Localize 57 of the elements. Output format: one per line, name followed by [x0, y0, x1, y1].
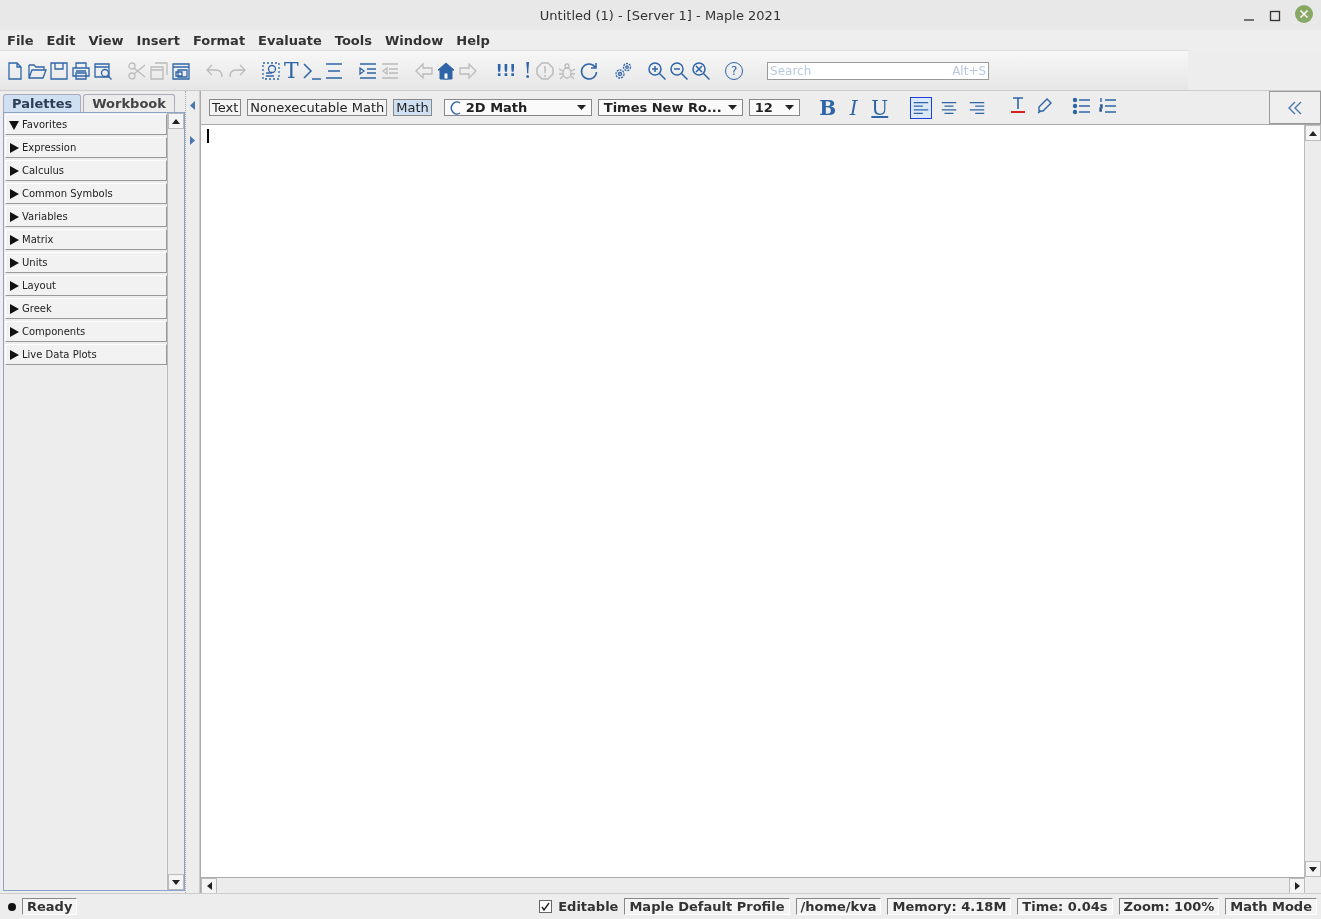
menu-item[interactable]: Insert	[136, 32, 193, 48]
execute-all-button[interactable]: !!!	[491, 60, 521, 81]
palette-label: Layout	[22, 280, 56, 291]
checkbox-label: Editable	[558, 899, 619, 914]
palette-header[interactable]: Expression	[5, 137, 167, 158]
menu-item[interactable]: View	[88, 32, 137, 48]
palette-label: Components	[22, 326, 86, 337]
panel-tab[interactable]: Workbook	[83, 94, 175, 112]
dropdown-value: 12	[754, 100, 773, 115]
status-field: Maple Default Profile	[624, 898, 790, 915]
status-field: /home/kva	[795, 898, 882, 915]
palette-label: Calculus	[22, 165, 65, 176]
palette-label: Live Data Plots	[22, 349, 97, 360]
palette-header[interactable]: Variables	[5, 206, 167, 227]
palette-label: Units	[22, 257, 48, 268]
palette-label: Variables	[22, 211, 68, 222]
italic-button[interactable]: I	[843, 95, 864, 120]
palette-header[interactable]: Layout	[5, 275, 167, 296]
status-text: Ready	[22, 898, 78, 915]
window-title: Untitled (1) - [Server 1] - Maple 2021	[539, 7, 782, 23]
menu-item[interactable]: Format	[192, 32, 259, 48]
panel-tab[interactable]: Palettes	[3, 94, 82, 112]
input-mode-button[interactable]: Math	[393, 99, 432, 116]
style-dropdown[interactable]: 2D Math	[443, 99, 592, 116]
palette-header[interactable]: Common Symbols	[5, 183, 167, 204]
palette-label: Greek	[22, 303, 52, 314]
palette-header[interactable]: Components	[5, 321, 167, 342]
font-dropdown[interactable]: Times New Ro...	[597, 99, 743, 116]
palette-header[interactable]: Favorites	[5, 114, 167, 135]
palette-header[interactable]: Live Data Plots	[5, 344, 167, 365]
menu-item[interactable]: Edit	[46, 32, 89, 48]
palette-header[interactable]: Greek	[5, 298, 167, 319]
palette-label: Favorites	[22, 119, 68, 130]
palette-label: Matrix	[22, 234, 54, 245]
menu-item[interactable]: File	[7, 32, 47, 48]
font-size-dropdown[interactable]: 12	[748, 99, 800, 116]
dropdown-value: 2D Math	[465, 100, 529, 115]
palette-header[interactable]: Matrix	[5, 229, 167, 250]
status-field: Time: 0.04s	[1017, 898, 1113, 915]
dropdown-value: Times New Ro...	[603, 100, 722, 115]
bold-button[interactable]: B	[817, 95, 838, 120]
input-mode-button[interactable]: Text	[209, 99, 242, 116]
menu-item[interactable]: Tools	[334, 32, 385, 48]
menu-item[interactable]: Window	[384, 32, 457, 48]
status-field: Math Mode	[1225, 898, 1317, 915]
palette-label: Expression	[22, 142, 77, 153]
menu-item[interactable]: Help	[456, 32, 503, 48]
menu-item[interactable]: Evaluate	[258, 32, 335, 48]
underline-button[interactable]: U	[869, 95, 890, 120]
palette-label: Common Symbols	[22, 188, 113, 199]
palette-header[interactable]: Calculus	[5, 160, 167, 181]
text-mode-button[interactable]: T	[283, 60, 300, 81]
input-mode-button[interactable]: Nonexecutable Math	[247, 99, 388, 116]
palette-header[interactable]: Units	[5, 252, 167, 273]
status-field: Zoom: 100%	[1118, 898, 1220, 915]
status-field: Memory: 4.18M	[887, 898, 1012, 915]
text-mode-button[interactable]: !	[522, 60, 534, 81]
